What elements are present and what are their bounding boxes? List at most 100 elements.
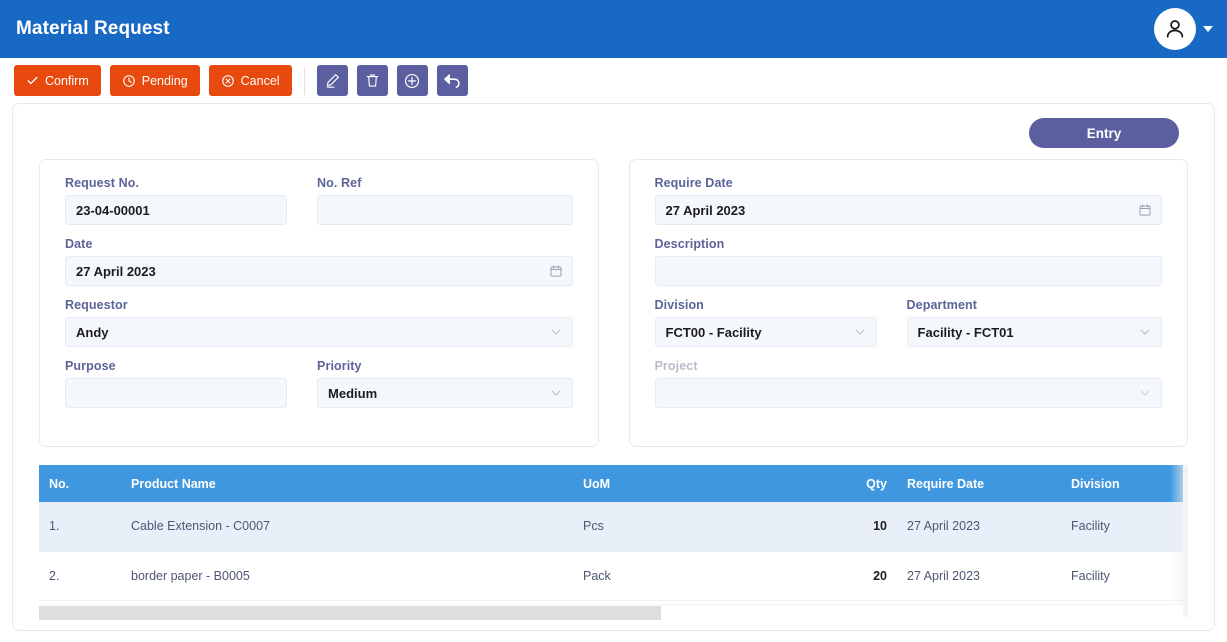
cell-uom: Pack	[573, 551, 785, 601]
calendar-icon[interactable]	[549, 264, 563, 278]
circle-x-icon	[221, 74, 234, 87]
cell-qty: 20	[785, 551, 897, 601]
field-no-ref: No. Ref	[317, 176, 573, 225]
trash-icon	[366, 74, 378, 87]
no-ref-input[interactable]	[317, 195, 573, 225]
scrollbar-thumb[interactable]	[39, 605, 661, 620]
field-requestor: Requestor Andy	[65, 298, 573, 347]
toolbar-divider	[303, 66, 305, 95]
clock-icon	[122, 74, 135, 87]
calendar-icon[interactable]	[1138, 203, 1152, 217]
table-row[interactable]: 1. Cable Extension - C0007 Pcs 10 27 Apr…	[39, 502, 1183, 552]
cell-division: Facility	[1061, 551, 1183, 601]
column-header-no[interactable]: No.	[39, 465, 121, 502]
chevron-down-icon[interactable]	[1203, 26, 1213, 32]
chevron-down-icon[interactable]	[1138, 325, 1152, 339]
edit-button[interactable]	[316, 65, 348, 96]
cell-no: 1.	[39, 502, 121, 552]
priority-label: Priority	[317, 359, 362, 373]
project-select[interactable]	[654, 378, 1162, 408]
requestor-select[interactable]: Andy	[65, 317, 573, 347]
column-header-require-date[interactable]: Require Date	[897, 465, 1061, 502]
action-toolbar: Confirm Pending Cancel	[0, 58, 1227, 103]
left-form-panel: Request No. 23-04-00001 No. Ref Date 27 …	[39, 159, 599, 447]
back-button[interactable]	[436, 65, 468, 96]
check-icon	[27, 76, 38, 85]
form-panels: Request No. 23-04-00001 No. Ref Date 27 …	[13, 148, 1214, 447]
add-button[interactable]	[396, 65, 428, 96]
delete-button[interactable]	[356, 65, 388, 96]
pending-button[interactable]: Pending	[109, 65, 200, 96]
priority-select[interactable]: Medium	[317, 378, 573, 408]
cell-product: border paper - B0005	[121, 551, 573, 601]
cancel-button[interactable]: Cancel	[208, 65, 292, 96]
table-row[interactable]: 2. border paper - B0005 Pack 20 27 April…	[39, 551, 1183, 601]
cell-division: Facility	[1061, 502, 1183, 552]
app-header: Material Request	[0, 0, 1227, 58]
field-project: Project	[654, 359, 1162, 408]
field-request-no: Request No. 23-04-00001	[65, 176, 288, 225]
pending-button-label: Pending	[141, 73, 188, 88]
field-priority: Priority Medium	[317, 359, 573, 408]
cell-uom: Pcs	[573, 502, 785, 552]
department-select[interactable]: Facility - FCT01	[906, 317, 1162, 347]
back-arrow-icon	[444, 73, 460, 88]
confirm-button[interactable]: Confirm	[14, 65, 101, 96]
field-require-date: Require Date 27 April 2023	[654, 176, 1162, 225]
cell-qty: 10	[785, 502, 897, 552]
no-ref-label: No. Ref	[317, 176, 362, 190]
cell-product: Cable Extension - C0007	[121, 502, 573, 552]
require-date-input[interactable]: 27 April 2023	[654, 195, 1162, 225]
requestor-value: Andy	[76, 324, 109, 340]
chevron-down-icon[interactable]	[853, 325, 867, 339]
field-department: Department Facility - FCT01	[906, 298, 1162, 347]
confirm-button-label: Confirm	[45, 73, 89, 88]
edit-icon	[326, 74, 339, 88]
cell-no: 2.	[39, 551, 121, 601]
chevron-down-icon[interactable]	[1138, 386, 1152, 400]
chevron-down-icon[interactable]	[549, 325, 563, 339]
purpose-input[interactable]	[65, 378, 288, 408]
column-header-division[interactable]: Division	[1061, 465, 1183, 502]
priority-value: Medium	[328, 385, 378, 401]
chevron-down-icon[interactable]	[549, 386, 563, 400]
table-header-row: No. Product Name UoM Qty Require Date Di…	[39, 465, 1183, 502]
department-label: Department	[906, 298, 978, 312]
require-date-label: Require Date	[654, 176, 733, 190]
project-label: Project	[654, 359, 698, 373]
avatar[interactable]	[1154, 8, 1196, 50]
plus-circle-icon	[405, 73, 420, 88]
cell-require-date: 27 April 2023	[897, 551, 1061, 601]
requestor-label: Requestor	[65, 298, 128, 312]
department-value: Facility - FCT01	[917, 324, 1014, 340]
entry-button-row: Entry	[13, 104, 1214, 148]
cancel-button-label: Cancel	[240, 73, 280, 88]
column-header-qty[interactable]: Qty	[785, 465, 897, 502]
field-date: Date 27 April 2023	[65, 237, 573, 286]
items-table: No. Product Name UoM Qty Require Date Di…	[39, 465, 1183, 601]
field-purpose: Purpose	[65, 359, 288, 408]
description-input[interactable]	[654, 256, 1162, 286]
column-header-uom[interactable]: UoM	[573, 465, 785, 502]
division-value: FCT00 - Facility	[665, 324, 762, 340]
right-form-panel: Require Date 27 April 2023 Description D…	[628, 159, 1188, 447]
date-label: Date	[65, 237, 93, 251]
cell-require-date: 27 April 2023	[897, 502, 1061, 552]
field-description: Description	[654, 237, 1162, 286]
require-date-value: 27 April 2023	[665, 202, 746, 218]
date-input[interactable]: 27 April 2023	[65, 256, 573, 286]
items-table-wrapper: No. Product Name UoM Qty Require Date Di…	[39, 465, 1188, 617]
purpose-label: Purpose	[65, 359, 116, 373]
field-division: Division FCT00 - Facility	[654, 298, 877, 347]
horizontal-scrollbar[interactable]	[39, 603, 1183, 620]
request-no-input[interactable]: 23-04-00001	[65, 195, 288, 225]
content-card: Entry Request No. 23-04-00001 No. Ref Da…	[12, 103, 1215, 631]
column-header-product[interactable]: Product Name	[121, 465, 573, 502]
entry-button[interactable]: Entry	[1029, 118, 1179, 148]
division-select[interactable]: FCT00 - Facility	[654, 317, 877, 347]
user-icon	[1166, 20, 1184, 38]
division-label: Division	[654, 298, 704, 312]
request-no-label: Request No.	[65, 176, 140, 190]
date-value: 27 April 2023	[76, 263, 156, 279]
user-menu[interactable]	[1154, 8, 1213, 50]
